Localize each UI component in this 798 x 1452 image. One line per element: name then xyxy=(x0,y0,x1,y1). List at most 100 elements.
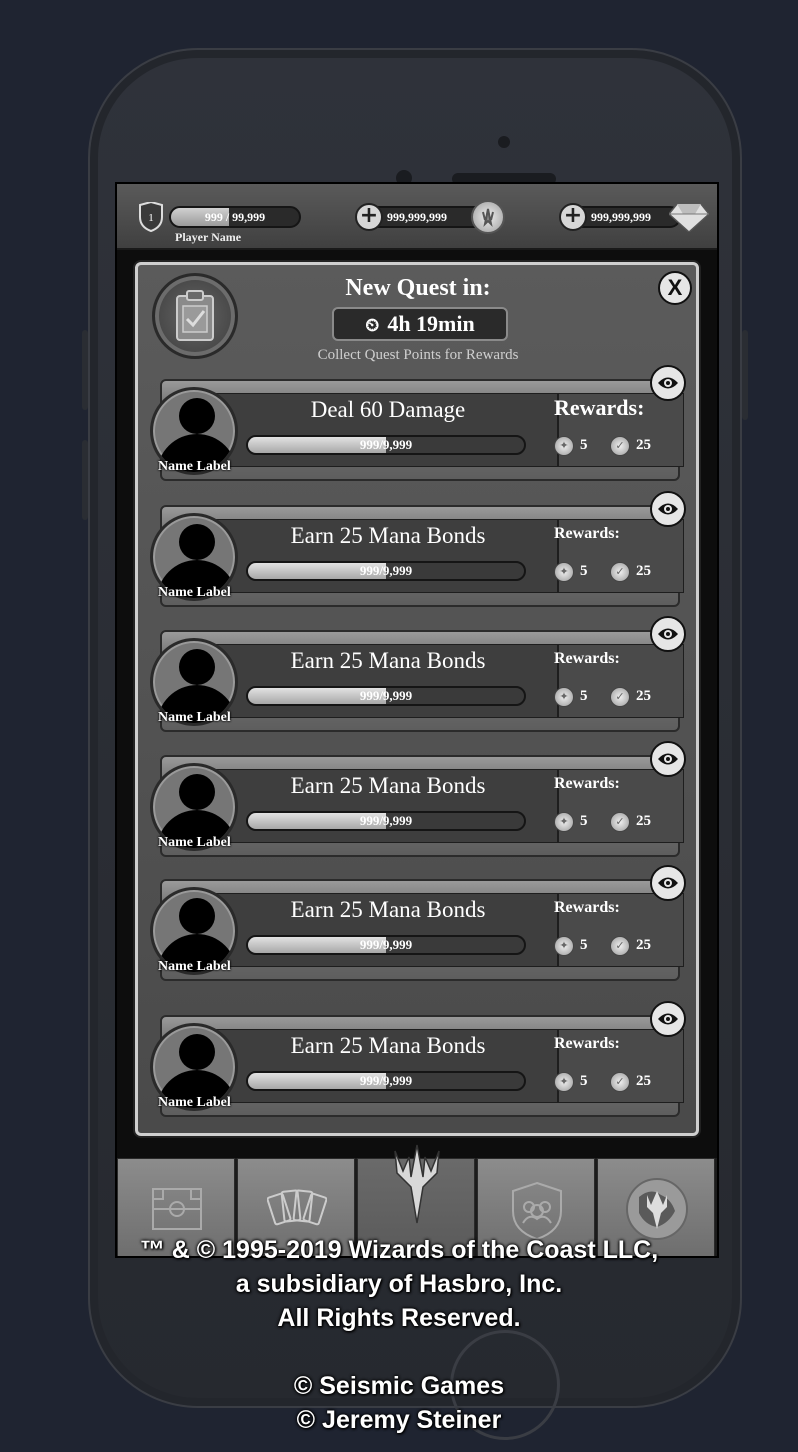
rewards-label: Rewards: xyxy=(554,775,620,792)
avatar-silhouette xyxy=(179,1034,215,1070)
reward-points: ✓ 25 xyxy=(610,811,651,832)
currency-gems: + 999,999,999 xyxy=(559,203,709,232)
svg-text:1: 1 xyxy=(148,212,154,224)
quest-card[interactable]: Name Label Earn 25 Mana Bonds 999/9,999 Rew… xyxy=(150,1001,686,1119)
quest-card[interactable]: Name Label Earn 25 Mana Bonds 999/9,999 Rew… xyxy=(150,491,686,609)
volume-button[interactable] xyxy=(82,440,88,520)
legal-line-1: ™ & © 1995-2019 Wizards of the Coast LLC… xyxy=(139,1236,659,1264)
add-gems-button[interactable]: + xyxy=(559,203,587,231)
timer-text: 4h 19min xyxy=(387,311,475,336)
view-quest-button[interactable] xyxy=(650,616,686,652)
mana-coin-icon xyxy=(471,200,505,234)
game-screen: 1 999 / 99,999 Player Name + 999,999,999… xyxy=(115,182,719,1258)
quest-card[interactable]: Name Label Earn 25 Mana Bonds 999/9,999 Rew… xyxy=(150,741,686,859)
name-label: Name Label xyxy=(158,459,231,474)
rewards-label: Rewards: xyxy=(554,899,620,916)
view-quest-button[interactable] xyxy=(650,491,686,527)
legal-line-3: All Rights Reserved. xyxy=(277,1304,521,1332)
top-bar: 1 999 / 99,999 Player Name + 999,999,999… xyxy=(117,184,717,250)
check-coin-icon: ✓ xyxy=(610,435,630,456)
board-icon xyxy=(152,1188,202,1230)
reward-points: ✓ 25 xyxy=(610,435,651,456)
power-button[interactable] xyxy=(742,330,748,420)
rewards-label: Rewards: xyxy=(554,525,620,542)
quest-progress-bar: 999/9,999 xyxy=(246,561,526,581)
quest-frame xyxy=(160,755,684,857)
mana-coin-icon: ✦ xyxy=(554,561,574,582)
quest-card[interactable]: Name Label Earn 25 Mana Bonds 999/9,999 Rew… xyxy=(150,865,686,983)
quest-frame xyxy=(160,879,684,981)
volume-button[interactable] xyxy=(82,330,88,410)
new-quest-label: New Quest in: xyxy=(345,275,491,301)
mana-amount: 999,999,999 xyxy=(387,210,447,224)
mana-coin-icon: ✦ xyxy=(554,686,574,707)
check-coin-icon: ✓ xyxy=(610,1071,630,1092)
check-coin-icon: ✓ xyxy=(610,561,630,582)
reward-points: ✓ 25 xyxy=(610,935,651,956)
check-coin-icon: ✓ xyxy=(610,935,630,956)
rewards-label: Rewards: xyxy=(554,395,645,420)
avatar-silhouette xyxy=(179,524,215,560)
avatar-silhouette xyxy=(179,898,215,934)
currency-mana: + 999,999,999 xyxy=(355,200,505,234)
quest-title: Earn 25 Mana Bonds xyxy=(290,897,486,922)
quest-progress-text: 999/9,999 xyxy=(359,437,413,452)
name-label: Name Label xyxy=(158,1095,231,1110)
view-quest-button[interactable] xyxy=(650,865,686,901)
legal-line-4: © Seismic Games xyxy=(293,1372,505,1400)
reward-points-amount: 25 xyxy=(636,563,651,579)
name-label: Name Label xyxy=(158,959,231,974)
quest-progress-bar: 999/9,999 xyxy=(246,686,526,706)
eye-icon xyxy=(658,1013,678,1025)
proximity-sensor xyxy=(498,136,510,148)
eye-icon xyxy=(658,377,678,389)
quest-progress-text: 999/9,999 xyxy=(359,813,413,828)
view-quest-button[interactable] xyxy=(650,741,686,777)
cards-icon xyxy=(267,1189,327,1226)
reward-points-amount: 25 xyxy=(636,1073,651,1089)
view-quest-button[interactable] xyxy=(650,365,686,401)
quest-title: Deal 60 Damage xyxy=(310,397,466,422)
quest-card[interactable]: Name Label Deal 60 Damage 999/9,999 Rewards… xyxy=(150,365,686,483)
player-name: Player Name xyxy=(175,230,242,244)
reward-mana-amount: 5 xyxy=(580,813,588,829)
gems-amount: 999,999,999 xyxy=(591,210,651,224)
gem-icon xyxy=(669,203,709,232)
reward-points-amount: 25 xyxy=(636,937,651,953)
legal-line-2: a subsidiary of Hasbro, Inc. xyxy=(235,1270,563,1298)
quest-progress-text: 999/9,999 xyxy=(359,688,413,703)
reward-points-amount: 25 xyxy=(636,813,651,829)
xp-bar: 999 / 99,999 xyxy=(169,206,301,228)
quest-badge xyxy=(152,273,238,359)
avatar-silhouette xyxy=(179,649,215,685)
name-label: Name Label xyxy=(158,835,231,850)
reward-points: ✓ 25 xyxy=(610,561,651,582)
eye-icon xyxy=(658,877,678,889)
name-label: Name Label xyxy=(158,710,231,725)
close-button[interactable]: X xyxy=(658,271,692,305)
avatar-silhouette xyxy=(179,398,215,434)
quest-frame xyxy=(160,505,684,607)
reward-mana: ✦ 5 xyxy=(554,811,588,832)
quest-frame xyxy=(160,630,684,732)
add-mana-button[interactable]: + xyxy=(355,203,383,231)
view-quest-button[interactable] xyxy=(650,1001,686,1037)
quest-progress-bar: 999/9,999 xyxy=(246,811,526,831)
eye-icon xyxy=(658,503,678,515)
name-label: Name Label xyxy=(158,585,231,600)
reward-mana-amount: 5 xyxy=(580,1073,588,1089)
quest-title: Earn 25 Mana Bonds xyxy=(290,523,486,548)
clipboard-check-icon xyxy=(176,290,214,341)
check-coin-icon: ✓ xyxy=(610,686,630,707)
quest-progress-text: 999/9,999 xyxy=(359,937,413,952)
quest-progress-text: 999/9,999 xyxy=(359,563,413,578)
quest-title: Earn 25 Mana Bonds xyxy=(290,773,486,798)
quest-progress-bar: 999/9,999 xyxy=(246,935,526,955)
reward-points: ✓ 25 xyxy=(610,686,651,707)
quest-card[interactable]: Name Label Earn 25 Mana Bonds 999/9,999 Rew… xyxy=(150,616,686,734)
quest-progress-bar: 999/9,999 xyxy=(246,1071,526,1091)
reward-points-amount: 25 xyxy=(636,688,651,704)
mana-coin-icon: ✦ xyxy=(554,1071,574,1092)
rewards-label: Rewards: xyxy=(554,650,620,667)
check-coin-icon: ✓ xyxy=(610,811,630,832)
